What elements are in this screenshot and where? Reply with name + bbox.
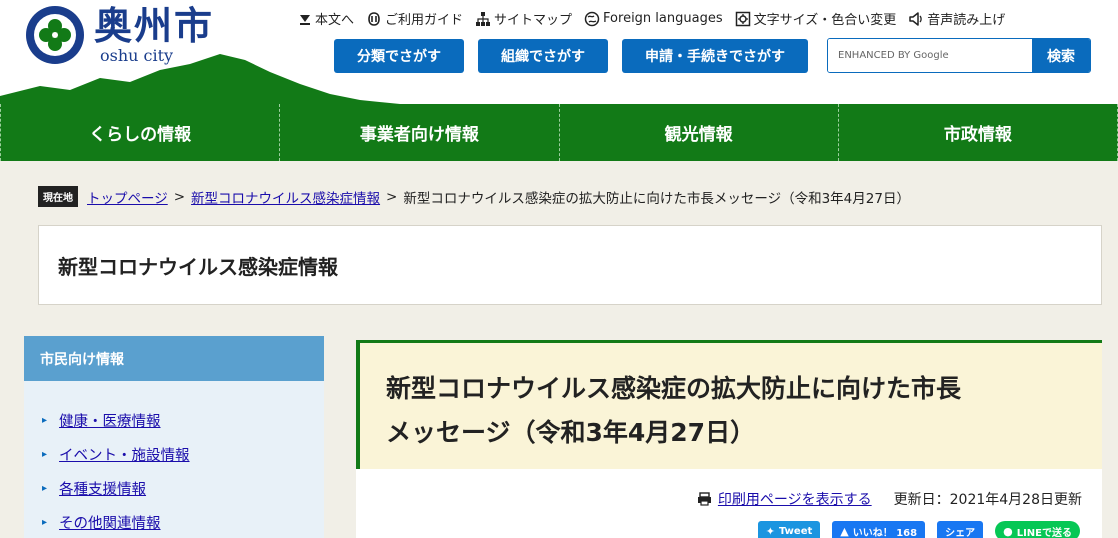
- util-label: Foreign languages: [603, 11, 723, 26]
- nav-tourism-info[interactable]: 観光情報: [558, 104, 838, 161]
- search-by-procedure-button[interactable]: 申請・手続きでさがす: [622, 39, 808, 73]
- breadcrumb-current: 新型コロナウイルス感染症の拡大防止に向けた市長メッセージ（令和3年4月27日）: [403, 190, 910, 207]
- category-title: 新型コロナウイルス感染症情報: [58, 254, 338, 279]
- util-label: 音声読み上げ: [927, 13, 1006, 28]
- text-size-color-link[interactable]: 文字サイズ・色合い変更: [735, 9, 897, 28]
- like-label: いいね！ 168: [852, 527, 918, 538]
- globe-icon: [584, 11, 600, 26]
- util-label: ご利用ガイド: [385, 13, 464, 28]
- nav-city-admin-info[interactable]: 市政情報: [837, 104, 1118, 161]
- sidebar-heading: 市民向け情報: [24, 336, 324, 381]
- nav-business-info[interactable]: 事業者向け情報: [279, 104, 558, 161]
- breadcrumb-link-top[interactable]: トップページ: [87, 187, 168, 207]
- search-category-buttons: 分類でさがす 組織でさがす 申請・手続きでさがす: [334, 39, 822, 73]
- site-header: 奥州市 oshu city 本文へ ご利用ガイド サイトマップ Foreign …: [0, 0, 1118, 104]
- line-chat-icon: ●: [1003, 524, 1013, 538]
- skip-to-content-link[interactable]: 本文へ: [298, 9, 354, 28]
- facebook-like-button[interactable]: ▲ いいね！ 168: [832, 521, 926, 538]
- global-nav: くらしの情報 事業者向け情報 観光情報 市政情報: [0, 104, 1118, 161]
- settings-icon: [735, 11, 750, 26]
- sidebar-item-support[interactable]: 各種支援情報: [59, 478, 146, 499]
- printer-icon: [697, 492, 711, 506]
- sidebar-item-events[interactable]: イベント・施設情報: [59, 444, 190, 465]
- util-label: 本文へ: [315, 13, 355, 28]
- breadcrumb-separator: >: [173, 188, 186, 205]
- search-submit-button[interactable]: 検索: [1032, 39, 1090, 72]
- sidebar-item-health[interactable]: 健康・医療情報: [59, 410, 161, 431]
- logo-kanji: 奥州市: [94, 3, 215, 48]
- line-label: LINEで送る: [1016, 527, 1072, 538]
- thumbs-up-icon: ▲: [840, 524, 849, 538]
- search-input[interactable]: [828, 39, 1032, 72]
- sidebar-item-other[interactable]: その他関連情報: [59, 512, 161, 533]
- print-page-link[interactable]: 印刷用ページを表示する: [718, 489, 872, 509]
- list-item: ▸ 健康・医療情報: [24, 403, 324, 437]
- chevron-right-icon: ▸: [42, 482, 48, 494]
- utility-links: 本文へ ご利用ガイド サイトマップ Foreign languages 文字サイ…: [298, 9, 1017, 28]
- breadcrumb-separator: >: [386, 188, 398, 205]
- search-by-organization-button[interactable]: 組織でさがす: [478, 39, 608, 73]
- util-label: 文字サイズ・色合い変更: [753, 13, 897, 28]
- arrow-down-to-line-icon: [300, 14, 310, 25]
- sidebar: 市民向け情報 ▸ 健康・医療情報 ▸ イベント・施設情報 ▸ 各種支援情報 ▸ …: [24, 336, 324, 538]
- read-aloud-link[interactable]: 音声読み上げ: [908, 9, 1005, 28]
- line-share-button[interactable]: ● LINEで送る: [995, 521, 1080, 538]
- search-by-category-button[interactable]: 分類でさがす: [334, 39, 464, 73]
- tweet-label: Tweet: [778, 525, 813, 537]
- sidebar-list: ▸ 健康・医療情報 ▸ イベント・施設情報 ▸ 各種支援情報 ▸ その他関連情報: [24, 381, 324, 538]
- article-header: 新型コロナウイルス感染症の拡大防止に向けた市長 メッセージ（令和3年4月27日）: [356, 340, 1102, 469]
- page-title-line1: 新型コロナウイルス感染症の拡大防止に向けた市長: [386, 374, 962, 403]
- page-title-line2: メッセージ（令和3年4月27日）: [386, 418, 756, 447]
- nav-living-info[interactable]: くらしの情報: [0, 104, 279, 161]
- share-buttons: ✦ Tweet ▲ いいね！ 168 シェア ● LINEで送る: [746, 521, 1080, 538]
- breadcrumb-link-covid[interactable]: 新型コロナウイルス感染症情報: [191, 187, 380, 207]
- sitemap-link[interactable]: サイトマップ: [475, 9, 572, 28]
- tweet-button[interactable]: ✦ Tweet: [757, 521, 821, 538]
- article-meta: 印刷用ページを表示する 更新日：2021年4月28日更新: [697, 489, 1082, 509]
- chevron-right-icon: ▸: [42, 516, 48, 528]
- city-emblem-icon: [26, 6, 84, 64]
- updated-date: 更新日：2021年4月28日更新: [893, 492, 1082, 508]
- logo-roman: oshu city: [100, 46, 174, 65]
- foreign-languages-link[interactable]: Foreign languages: [584, 11, 723, 27]
- current-location-label: 現在地: [38, 186, 78, 207]
- facebook-share-button[interactable]: シェア: [937, 521, 984, 538]
- site-logo[interactable]: 奥州市 oshu city: [24, 4, 214, 66]
- page-title: 新型コロナウイルス感染症の拡大防止に向けた市長 メッセージ（令和3年4月27日）: [386, 367, 1102, 455]
- list-item: ▸ 各種支援情報: [24, 471, 324, 505]
- list-item: ▸ イベント・施設情報: [24, 437, 324, 471]
- sitemap-icon: [476, 11, 491, 26]
- breadcrumb: 現在地 トップページ > 新型コロナウイルス感染症情報 > 新型コロナウイルス感…: [38, 186, 910, 207]
- category-header: 新型コロナウイルス感染症情報: [38, 225, 1102, 305]
- list-item: ▸ その他関連情報: [24, 505, 324, 538]
- chevron-right-icon: ▸: [42, 448, 48, 460]
- article-body: 印刷用ページを表示する 更新日：2021年4月28日更新 ✦ Tweet ▲ い…: [356, 469, 1102, 538]
- guide-icon: [368, 11, 380, 26]
- site-search: 検索: [827, 38, 1091, 73]
- speaker-icon: [909, 11, 923, 26]
- twitter-bird-icon: ✦: [765, 524, 775, 538]
- util-label: サイトマップ: [494, 13, 573, 28]
- chevron-right-icon: ▸: [42, 414, 48, 426]
- usage-guide-link[interactable]: ご利用ガイド: [366, 9, 463, 28]
